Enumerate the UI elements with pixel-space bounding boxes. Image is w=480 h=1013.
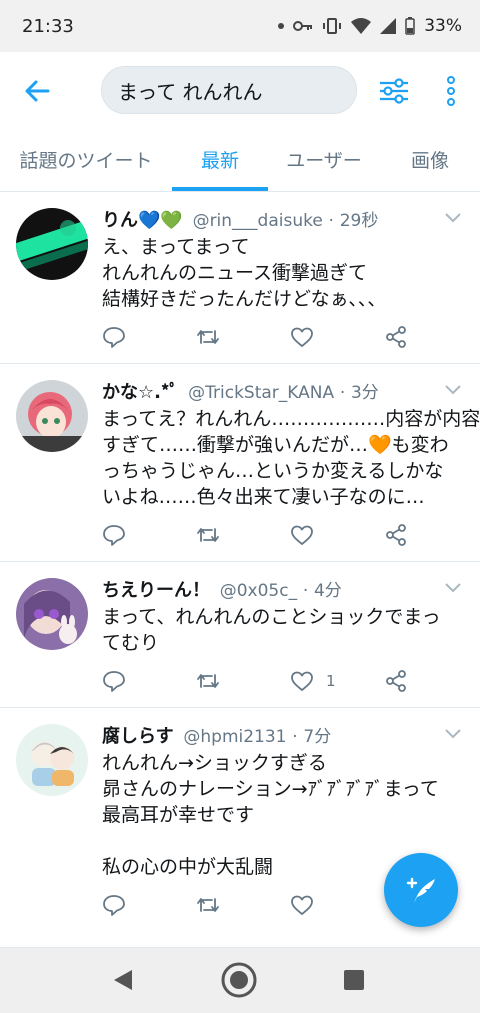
reply-button[interactable]	[102, 322, 126, 352]
reply-button[interactable]	[102, 890, 126, 920]
chevron-down-icon[interactable]	[444, 384, 462, 396]
vibrate-icon	[323, 18, 342, 34]
status-icons: 33%	[278, 16, 462, 36]
key-icon	[293, 21, 313, 31]
nav-recents-icon[interactable]	[344, 970, 364, 990]
tab-latest[interactable]: 最新	[172, 128, 268, 191]
nav-home-icon[interactable]	[220, 961, 258, 999]
battery-percent: 33%	[424, 16, 462, 36]
tweet-actions: 1	[102, 666, 432, 696]
tweet-text: え、まってまって れんれんのニュース衝撃過ぎて 結構好きだったんだけどなぁ、、、	[102, 236, 387, 310]
reply-button[interactable]	[102, 666, 126, 696]
system-navigation-bar	[0, 948, 480, 1013]
share-button[interactable]	[384, 666, 408, 696]
tweet-actions	[102, 890, 432, 920]
like-button[interactable]	[290, 520, 326, 550]
avatar[interactable]	[16, 208, 88, 280]
twitter-search-screen: 21:33 33% まって れんれん 話題のツイート 最新 ユーザー 画像 りん…	[0, 0, 480, 1013]
share-button[interactable]	[384, 520, 408, 550]
user-handle[interactable]: @TrickStar_KANA	[188, 383, 334, 403]
status-bar: 21:33 33%	[0, 0, 480, 52]
tweet-actions	[102, 520, 432, 550]
tweet-header: 腐しらす @hpmi2131 · 7分	[102, 726, 332, 747]
tweet-item[interactable]: りん💙💚 @rin___daisuke · 29秒 え、まってまって れんれんの…	[0, 192, 480, 364]
user-handle[interactable]: @0x05c_	[220, 581, 297, 601]
tweet-timestamp: 29秒	[339, 211, 379, 231]
reply-icon	[103, 525, 125, 546]
retweet-icon	[197, 674, 219, 688]
tweet-timestamp: 3分	[350, 383, 379, 403]
user-display-name[interactable]: りん💙💚	[102, 210, 183, 231]
tweet-header: ちえりーん！ @0x05c_ · 4分	[102, 580, 342, 601]
share-button[interactable]	[384, 322, 408, 352]
avatar[interactable]	[16, 578, 88, 650]
signal-icon	[380, 18, 397, 34]
reply-icon	[103, 671, 125, 692]
like-count: 1	[326, 672, 336, 690]
user-handle[interactable]: @hpmi2131	[183, 727, 286, 747]
wifi-icon	[351, 18, 372, 34]
tab-images[interactable]: 画像	[380, 128, 480, 191]
user-display-name[interactable]: 腐しらす	[102, 726, 174, 747]
search-tabs: 話題のツイート 最新 ユーザー 画像	[0, 128, 480, 192]
heart-icon	[291, 525, 313, 545]
share-icon	[386, 326, 406, 348]
like-button[interactable]	[290, 322, 326, 352]
reply-button[interactable]	[102, 520, 126, 550]
tweet-header: かな☆.*ﾟ @TrickStar_KANA · 3分	[102, 382, 379, 403]
tweet-text: まってえ？れんれん………………内容が内容 すぎて……衝撃が強いんだが…🧡も変わ …	[102, 408, 480, 508]
compose-tweet-button[interactable]	[384, 853, 458, 927]
share-icon	[386, 670, 406, 692]
retweet-icon	[197, 330, 219, 344]
active-tab-indicator	[172, 187, 268, 191]
user-display-name[interactable]: ちえりーん！	[102, 580, 210, 601]
search-query-text: まって れんれん	[118, 79, 263, 104]
more-options-icon[interactable]	[440, 74, 462, 108]
tweet-timestamp: 4分	[313, 581, 342, 601]
status-time: 21:33	[22, 15, 74, 37]
back-arrow-icon[interactable]	[22, 76, 52, 106]
heart-icon	[291, 671, 313, 691]
user-display-name[interactable]: かな☆.*ﾟ	[102, 382, 178, 403]
tweet-actions	[102, 322, 432, 352]
reply-icon	[103, 327, 125, 348]
heart-icon	[291, 327, 313, 347]
like-button[interactable]: 1	[290, 666, 336, 696]
tweet-item[interactable]: かな☆.*ﾟ @TrickStar_KANA · 3分 まってえ？れんれん…………	[0, 364, 480, 562]
tab-top[interactable]: 話題のツイート	[0, 128, 172, 191]
like-button[interactable]	[290, 890, 326, 920]
share-icon	[386, 524, 406, 546]
tweet-item[interactable]: ちえりーん！ @0x05c_ · 4分 まって、れんれんのことショックでまっ て…	[0, 562, 480, 708]
search-filter-icon[interactable]	[378, 76, 410, 106]
chevron-down-icon[interactable]	[444, 582, 462, 594]
chevron-down-icon[interactable]	[444, 728, 462, 740]
nav-back-icon[interactable]	[112, 968, 134, 992]
avatar[interactable]	[16, 380, 88, 452]
retweet-icon	[197, 528, 219, 542]
notification-dot-icon	[278, 23, 285, 29]
retweet-button[interactable]	[196, 666, 220, 696]
retweet-icon	[197, 898, 219, 912]
heart-icon	[291, 895, 313, 915]
search-header: まって れんれん	[0, 52, 480, 128]
avatar[interactable]	[16, 724, 88, 796]
retweet-button[interactable]	[196, 890, 220, 920]
tab-users[interactable]: ユーザー	[268, 128, 380, 191]
compose-feather-icon	[406, 877, 435, 903]
tweet-text: まって、れんれんのことショックでまっ てむり	[102, 606, 441, 654]
chevron-down-icon[interactable]	[444, 212, 462, 224]
retweet-button[interactable]	[196, 322, 220, 352]
reply-icon	[103, 895, 125, 916]
user-handle[interactable]: @rin___daisuke	[193, 211, 323, 231]
retweet-button[interactable]	[196, 520, 220, 550]
tweet-timestamp: 7分	[303, 727, 332, 747]
search-input[interactable]: まって れんれん	[101, 66, 357, 114]
tweet-header: りん💙💚 @rin___daisuke · 29秒	[102, 210, 379, 231]
battery-icon	[405, 17, 415, 35]
